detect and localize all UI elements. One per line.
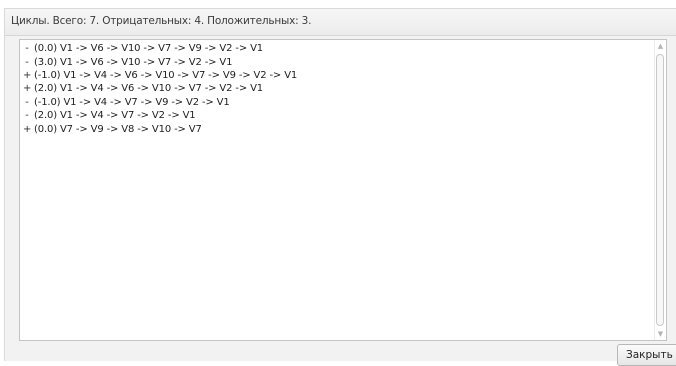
list-item[interactable]: - (0.0) V1 -> V6 -> V10 -> V7 -> V9 -> V…	[23, 42, 297, 55]
cycles-window: Циклы. Всего: 7. Отрицательных: 4. Полож…	[0, 0, 676, 366]
cycles-summary: Циклы. Всего: 7. Отрицательных: 4. Полож…	[11, 15, 312, 27]
cycle-sign: +	[23, 69, 32, 81]
cycle-sign: -	[25, 96, 29, 108]
chevron-down-icon[interactable]: ▼	[655, 329, 666, 339]
cycle-sign: -	[25, 110, 29, 122]
cycle-path: (3.0) V1 -> V6 -> V10 -> V7 -> V2 -> V1	[34, 56, 233, 68]
close-button[interactable]: Закрыть	[617, 344, 676, 366]
scrollbar-thumb[interactable]	[656, 54, 664, 326]
cycle-sign: +	[23, 83, 32, 95]
list-item[interactable]: + (0.0) V7 -> V9 -> V8 -> V10 -> V7	[23, 122, 297, 135]
cycle-path: (0.0) V7 -> V9 -> V8 -> V10 -> V7	[34, 123, 202, 135]
header-bar: Циклы. Всего: 7. Отрицательных: 4. Полож…	[5, 9, 676, 36]
cycles-panel: Циклы. Всего: 7. Отрицательных: 4. Полож…	[4, 8, 676, 366]
list-item[interactable]: - (-1.0) V1 -> V4 -> V7 -> V9 -> V2 -> V…	[23, 96, 297, 109]
cycle-path: (-1.0) V1 -> V4 -> V6 -> V10 -> V7 -> V9…	[34, 69, 298, 81]
cycle-path: (-1.0) V1 -> V4 -> V7 -> V9 -> V2 -> V1	[34, 96, 230, 108]
cycle-sign: +	[23, 123, 32, 135]
cycle-path: (0.0) V1 -> V6 -> V10 -> V7 -> V9 -> V2 …	[34, 43, 263, 55]
list-item[interactable]: - (2.0) V1 -> V4 -> V7 -> V2 -> V1	[23, 109, 297, 122]
cycles-list: - (0.0) V1 -> V6 -> V10 -> V7 -> V9 -> V…	[23, 42, 297, 136]
list-item[interactable]: + (-1.0) V1 -> V4 -> V6 -> V10 -> V7 -> …	[23, 69, 297, 82]
cycles-list-box[interactable]: - (0.0) V1 -> V6 -> V10 -> V7 -> V9 -> V…	[19, 39, 667, 341]
cycle-path: (2.0) V1 -> V4 -> V6 -> V10 -> V7 -> V2 …	[34, 83, 263, 95]
cycle-sign: -	[25, 56, 29, 68]
vertical-scrollbar[interactable]: ▲ ▼	[654, 40, 666, 340]
chevron-up-icon[interactable]: ▲	[655, 41, 666, 51]
cycle-path: (2.0) V1 -> V4 -> V7 -> V2 -> V1	[34, 110, 196, 122]
cycle-sign: -	[25, 43, 29, 55]
list-item[interactable]: - (3.0) V1 -> V6 -> V10 -> V7 -> V2 -> V…	[23, 55, 297, 68]
list-item[interactable]: + (2.0) V1 -> V4 -> V6 -> V10 -> V7 -> V…	[23, 82, 297, 95]
